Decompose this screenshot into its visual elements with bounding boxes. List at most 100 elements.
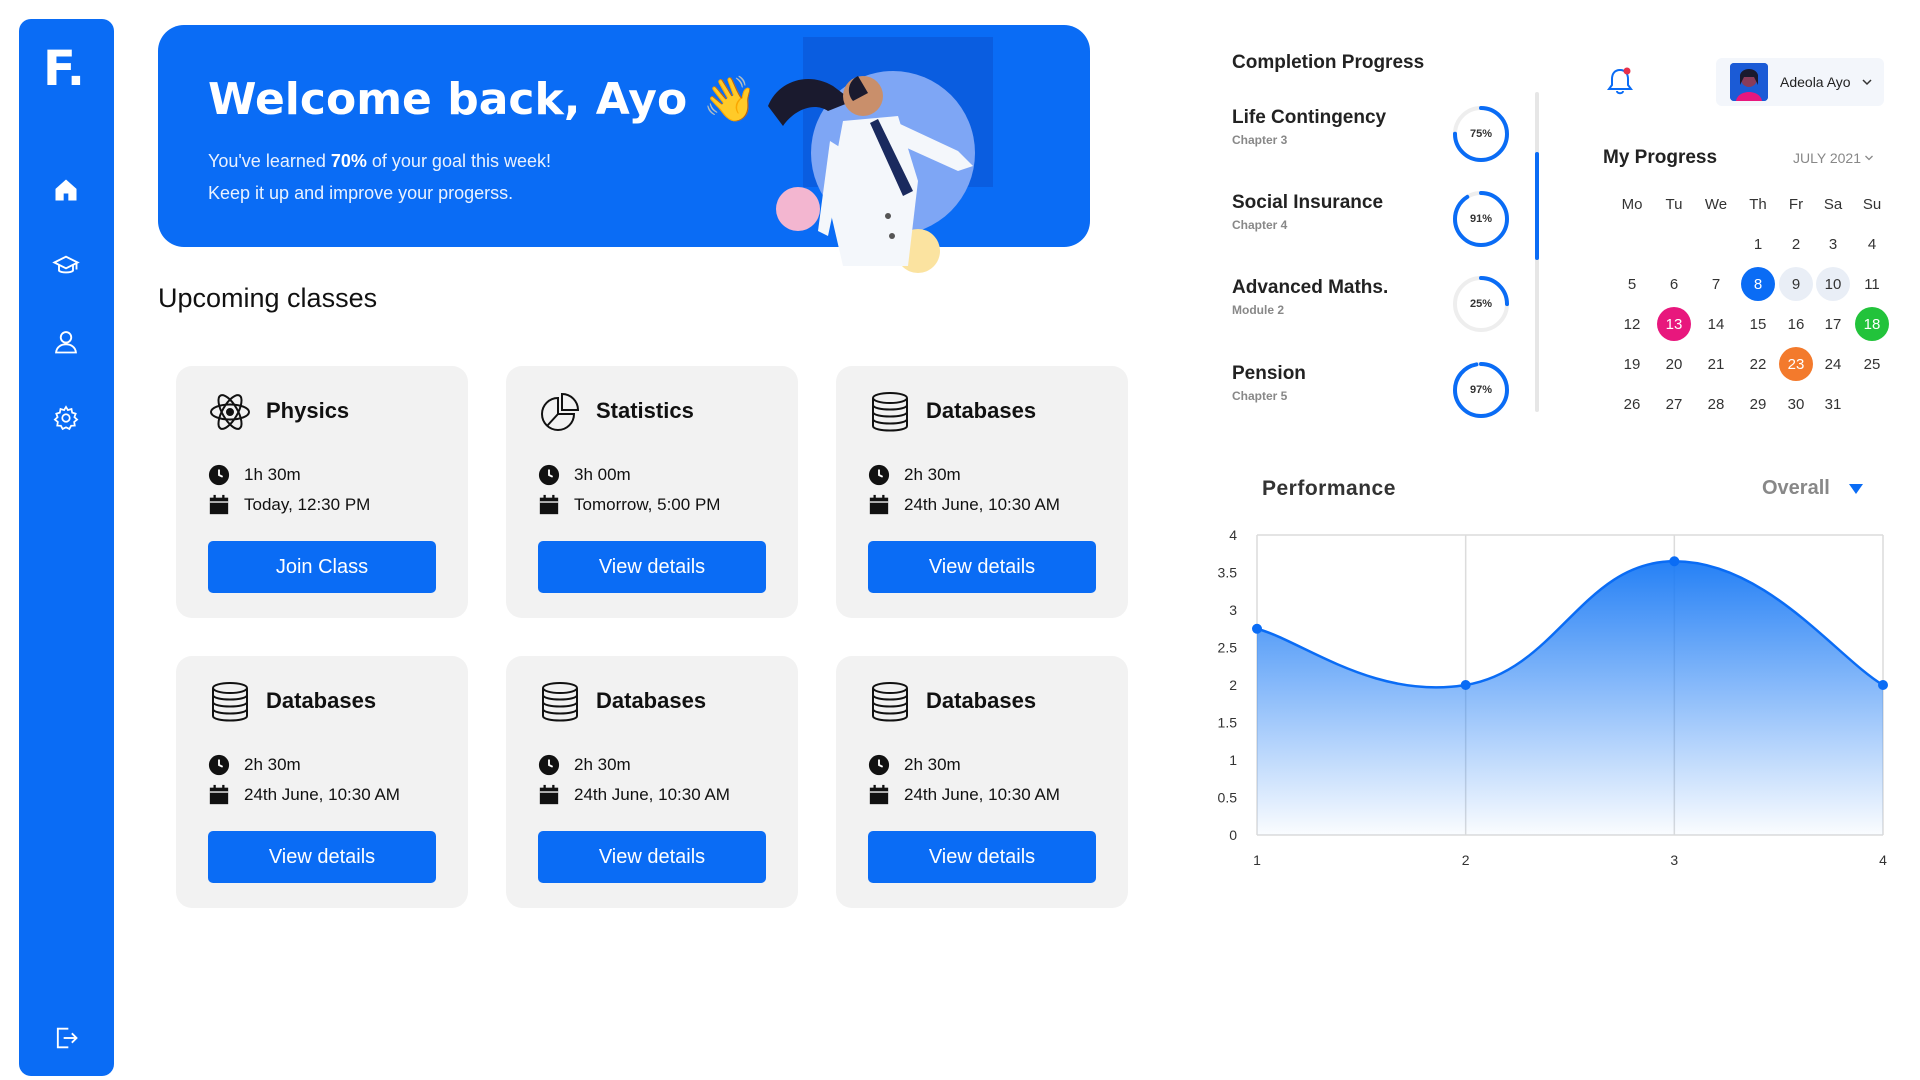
calendar-icon (209, 494, 229, 515)
chevron-down-icon (1862, 79, 1872, 86)
calendar-day[interactable]: 9 (1779, 267, 1813, 301)
calendar-day[interactable]: 17 (1816, 307, 1850, 341)
class-card: Physics 1h 30m Today, 12:30 PM Join Clas… (176, 366, 468, 618)
class-datetime: 24th June, 10:30 AM (208, 784, 400, 806)
x-tick-label: 4 (1879, 852, 1887, 868)
class-duration: 2h 30m (538, 754, 631, 776)
user-icon[interactable] (50, 326, 82, 358)
view-details-button[interactable]: View details (538, 541, 766, 593)
calendar-day[interactable]: 28 (1699, 387, 1733, 421)
calendar-day[interactable]: 5 (1615, 267, 1649, 301)
bell-icon[interactable] (1606, 66, 1634, 96)
database-icon (872, 682, 908, 722)
home-icon[interactable] (50, 174, 82, 206)
calendar-day[interactable]: 7 (1699, 267, 1733, 301)
class-card: Databases 2h 30m 24th June, 10:30 AM Vie… (836, 366, 1128, 618)
calendar-day[interactable]: 16 (1779, 307, 1813, 341)
progress-percent: 25% (1469, 298, 1493, 310)
y-tick-label: 1.5 (1218, 715, 1238, 731)
calendar-day[interactable]: 14 (1699, 307, 1733, 341)
calendar-day[interactable]: 29 (1741, 387, 1775, 421)
logout-icon[interactable] (50, 1022, 82, 1054)
view-details-button[interactable]: View details (208, 831, 436, 883)
caret-down-icon (1848, 483, 1863, 494)
calendar-day[interactable]: 24 (1816, 347, 1850, 381)
calendar-day[interactable]: 19 (1615, 347, 1649, 381)
calendar-day[interactable]: 21 (1699, 347, 1733, 381)
clock-icon (208, 464, 230, 486)
course-name: Social Insurance (1232, 192, 1384, 213)
progress-scrollbar[interactable] (1535, 92, 1539, 412)
clock-icon (538, 464, 560, 486)
data-point (1669, 556, 1680, 567)
calendar-day[interactable]: 11 (1855, 267, 1889, 301)
progress-percent: 75% (1469, 128, 1493, 140)
performance-filter[interactable]: Overall (1762, 477, 1864, 500)
graduation-cap-icon[interactable] (50, 250, 82, 282)
course-chapter: Module 2 (1232, 303, 1285, 317)
calendar-day[interactable]: 23 (1779, 347, 1813, 381)
data-point (1460, 680, 1471, 690)
calendar-day[interactable]: 18 (1855, 307, 1889, 341)
x-tick-label: 2 (1462, 852, 1470, 868)
y-tick-label: 4 (1229, 527, 1237, 543)
course-chapter: Chapter 5 (1232, 389, 1288, 403)
weekday-label: Tu (1665, 195, 1683, 213)
progress-item[interactable]: Pension Chapter 5 97% (1232, 362, 1512, 433)
sidebar: F. (19, 19, 114, 1076)
goal-progress-text: You've learned 70% of your goal this wee… (208, 151, 552, 171)
weekday-label: Fr (1788, 195, 1804, 213)
welcome-banner: Welcome back, Ayo 👋 You've learned 70% o… (158, 25, 1090, 273)
class-card: Databases 2h 30m 24th June, 10:30 AM Vie… (506, 656, 798, 908)
pie-chart-icon (541, 392, 580, 431)
calendar-day[interactable]: 8 (1741, 267, 1775, 301)
month-selector[interactable]: JULY 2021 (1793, 150, 1874, 166)
chevron-down-icon (1865, 155, 1873, 161)
database-icon (542, 682, 578, 722)
calendar-day[interactable]: 30 (1779, 387, 1813, 421)
calendar-day[interactable]: 10 (1816, 267, 1850, 301)
calendar-day[interactable]: 26 (1615, 387, 1649, 421)
user-name: Adeola Ayo (1780, 74, 1851, 90)
class-datetime: 24th June, 10:30 AM (538, 784, 730, 806)
progress-item[interactable]: Social Insurance Chapter 4 91% (1232, 191, 1512, 262)
x-tick-label: 3 (1670, 852, 1678, 868)
calendar-day[interactable]: 1 (1741, 227, 1775, 261)
calendar-day[interactable]: 2 (1779, 227, 1813, 261)
calendar-day[interactable]: 31 (1816, 387, 1850, 421)
progress-ring: 75% (1450, 103, 1512, 165)
join-class-button[interactable]: Join Class (208, 541, 436, 593)
app-logo[interactable]: F. (43, 41, 85, 97)
class-title: Databases (596, 688, 707, 713)
y-tick-label: 2 (1229, 677, 1237, 693)
class-datetime: 24th June, 10:30 AM (868, 784, 1060, 806)
view-details-button[interactable]: View details (538, 831, 766, 883)
y-tick-label: 0 (1229, 827, 1237, 843)
course-name: Advanced Maths. (1232, 277, 1389, 298)
calendar-day[interactable]: 13 (1657, 307, 1691, 341)
calendar-day[interactable]: 15 (1741, 307, 1775, 341)
scrollbar-thumb[interactable] (1535, 152, 1539, 260)
progress-item[interactable]: Advanced Maths. Module 2 25% (1232, 276, 1512, 347)
calendar-day[interactable]: 27 (1657, 387, 1691, 421)
progress-item[interactable]: Life Contingency Chapter 3 75% (1232, 106, 1512, 177)
calendar-day[interactable]: 6 (1657, 267, 1691, 301)
calendar-day[interactable]: 20 (1657, 347, 1691, 381)
class-title: Statistics (596, 398, 694, 423)
view-details-button[interactable]: View details (868, 831, 1096, 883)
view-details-button[interactable]: View details (868, 541, 1096, 593)
class-duration: 1h 30m (208, 464, 301, 486)
progress-percent: 97% (1469, 384, 1493, 396)
class-card: Databases 2h 30m 24th June, 10:30 AM Vie… (836, 656, 1128, 908)
class-duration: 2h 30m (868, 754, 961, 776)
calendar-day[interactable]: 4 (1855, 227, 1889, 261)
user-menu[interactable]: Adeola Ayo (1716, 58, 1884, 106)
calendar-day[interactable]: 3 (1816, 227, 1850, 261)
calendar-day[interactable]: 22 (1741, 347, 1775, 381)
calendar-day[interactable]: 12 (1615, 307, 1649, 341)
class-duration: 2h 30m (868, 464, 961, 486)
gear-icon[interactable] (50, 402, 82, 434)
completion-progress-title: Completion Progress (1232, 52, 1425, 73)
clock-icon (538, 754, 560, 776)
calendar-day[interactable]: 25 (1855, 347, 1889, 381)
